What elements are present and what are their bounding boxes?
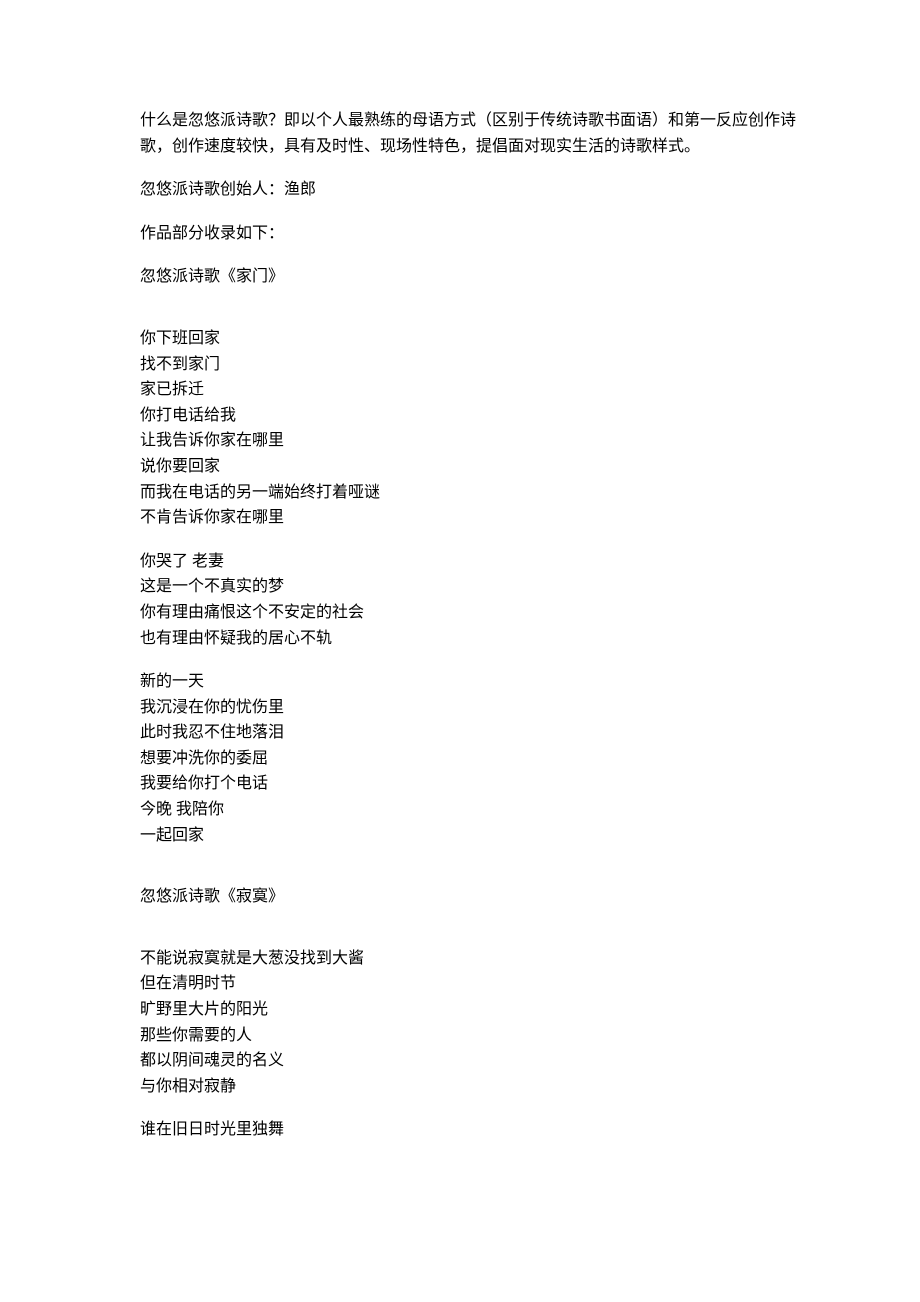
poem-title: 忽悠派诗歌《寂寞》 (140, 884, 800, 910)
poem-line: 一起回家 (140, 823, 800, 849)
poem-line: 想要冲洗你的委屈 (140, 746, 800, 772)
poem-line: 家已拆迁 (140, 377, 800, 403)
spacer (140, 866, 800, 884)
poem-line: 我要给你打个电话 (140, 771, 800, 797)
poem-stanza: 谁在旧日时光里独舞 (140, 1117, 800, 1143)
poem-stanza: 新的一天 我沉浸在你的忧伤里 此时我忍不住地落泪 想要冲洗你的委屈 我要给你打个… (140, 669, 800, 848)
poem-line: 旷野里大片的阳光 (140, 997, 800, 1023)
collected-note: 作品部分收录如下： (140, 221, 800, 247)
poem-line: 不肯告诉你家在哪里 (140, 505, 800, 531)
poem-line: 你打电话给我 (140, 403, 800, 429)
poem-line: 那些你需要的人 (140, 1023, 800, 1049)
poem-line: 都以阴间魂灵的名义 (140, 1048, 800, 1074)
poem-title: 忽悠派诗歌《家门》 (140, 264, 800, 290)
poem-line: 与你相对寂静 (140, 1074, 800, 1100)
founder-line: 忽悠派诗歌创始人：渔郎 (140, 177, 800, 203)
poem-line: 但在清明时节 (140, 971, 800, 997)
poem-line: 我沉浸在你的忧伤里 (140, 695, 800, 721)
poem-line: 今晚 我陪你 (140, 797, 800, 823)
poem-line: 找不到家门 (140, 352, 800, 378)
poem-line: 谁在旧日时光里独舞 (140, 1117, 800, 1143)
poem-line: 不能说寂寞就是大葱没找到大酱 (140, 946, 800, 972)
poem-line: 你哭了 老妻 (140, 549, 800, 575)
poem-line: 说你要回家 (140, 454, 800, 480)
poem-line: 这是一个不真实的梦 (140, 574, 800, 600)
poem-line: 让我告诉你家在哪里 (140, 428, 800, 454)
document-page: 什么是忽悠派诗歌？即以个人最熟练的母语方式（区别于传统诗歌书面语）和第一反应创作… (0, 0, 920, 1302)
poem-line: 你有理由痛恨这个不安定的社会 (140, 600, 800, 626)
poem-line: 新的一天 (140, 669, 800, 695)
poem-stanza: 你哭了 老妻 这是一个不真实的梦 你有理由痛恨这个不安定的社会 也有理由怀疑我的… (140, 549, 800, 651)
poem-line: 而我在电话的另一端始终打着哑谜 (140, 480, 800, 506)
poem-stanza: 你下班回家 找不到家门 家已拆迁 你打电话给我 让我告诉你家在哪里 说你要回家 … (140, 326, 800, 531)
poem-line: 也有理由怀疑我的居心不轨 (140, 626, 800, 652)
poem-line: 你下班回家 (140, 326, 800, 352)
intro-paragraph: 什么是忽悠派诗歌？即以个人最熟练的母语方式（区别于传统诗歌书面语）和第一反应创作… (140, 108, 800, 159)
poem-line: 此时我忍不住地落泪 (140, 720, 800, 746)
poem-stanza: 不能说寂寞就是大葱没找到大酱 但在清明时节 旷野里大片的阳光 那些你需要的人 都… (140, 946, 800, 1100)
